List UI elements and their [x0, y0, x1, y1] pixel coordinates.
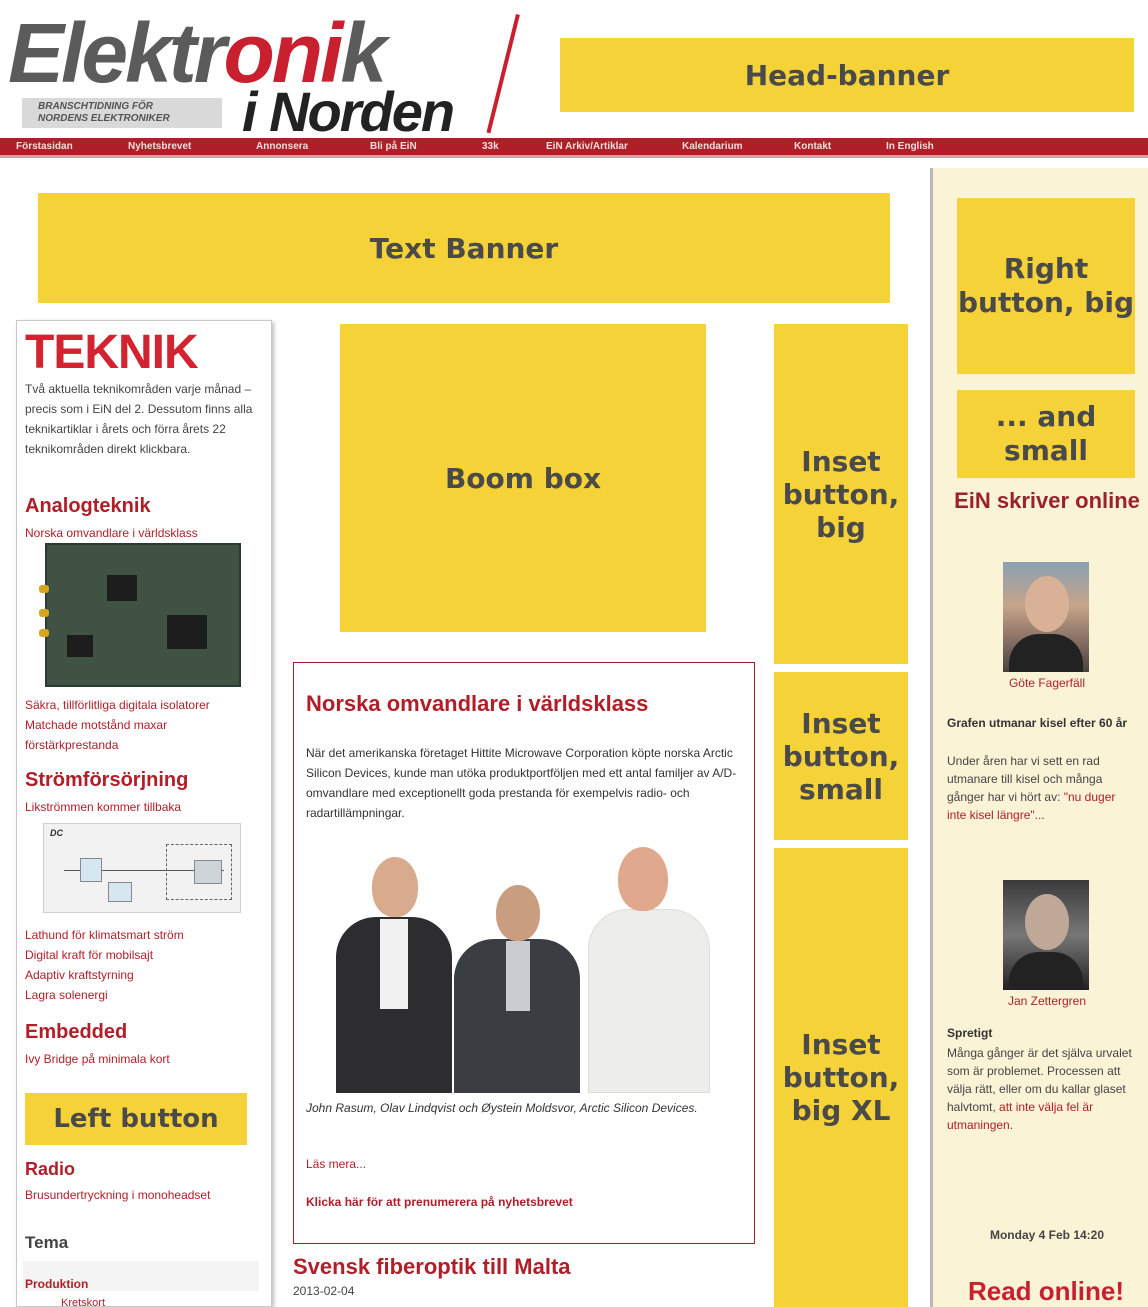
connector-shape [39, 609, 49, 617]
connector-shape [39, 585, 49, 593]
blog-post-excerpt: Många gånger är det själva urvalet som ä… [947, 1046, 1132, 1132]
person-shirt [506, 941, 530, 1011]
teknik-sidebar: TEKNIK Två aktuella teknikområden varje … [16, 320, 272, 1307]
logo-slash [486, 14, 520, 134]
article-photo[interactable] [328, 847, 714, 1093]
left-button[interactable]: Left button [25, 1093, 247, 1145]
power-diagram-image[interactable]: DC [43, 823, 241, 913]
next-article-title[interactable]: Svensk fiberoptik till Malta [293, 1254, 571, 1280]
right-sidebar: Right button, big ... and small EiN skri… [930, 168, 1148, 1307]
tema-heading: Tema [25, 1233, 69, 1252]
category-lead-link[interactable]: Likströmmen kommer tillbaka [25, 797, 263, 817]
author-photo[interactable] [1003, 562, 1089, 672]
photo-caption: John Rasum, Olav Lindqvist och Øystein M… [306, 1101, 698, 1115]
person-figure [584, 847, 714, 1093]
logo-wordmark-inorden: i Norden [242, 80, 455, 143]
category-stromforsorjning[interactable]: Strömförsörjning [25, 769, 188, 792]
right-button-big[interactable]: Right button, big [957, 198, 1135, 374]
connector-shape [39, 629, 49, 637]
person-figure [446, 885, 586, 1093]
portrait-face [1025, 576, 1069, 632]
featured-article: Norska omvandlare i världsklass När det … [293, 662, 755, 1244]
timestamp: Monday 4 Feb 14:20 [989, 1228, 1105, 1242]
top-navigation: Förstasidan Nyhetsbrevet Annonsera Bli p… [0, 138, 1148, 158]
article-link[interactable]: Säkra, tillförlitliga digitala isolatore… [25, 695, 263, 715]
read-more-link[interactable]: Läs mera... [306, 1157, 366, 1171]
person-head [496, 885, 540, 941]
teknik-intro: Två aktuella teknikområden varje månad –… [25, 382, 253, 456]
category-embedded[interactable]: Embedded [25, 1021, 127, 1044]
text-banner[interactable]: Text Banner [38, 193, 890, 303]
article-body: När det amerikanska företaget Hittite Mi… [306, 746, 737, 820]
boom-box[interactable]: Boom box [340, 324, 706, 632]
article-link[interactable]: Lathund för klimatsmart ström [25, 925, 263, 945]
inset-button-big-xl[interactable]: Inset button, big XL [774, 848, 908, 1307]
category-lead-link[interactable]: Norska omvandlare i världsklass [25, 523, 263, 543]
nav-item-forstasidan[interactable]: Förstasidan [0, 138, 112, 155]
person-shirt [380, 919, 408, 1009]
chip-shape [167, 615, 207, 649]
author-photo[interactable] [1003, 880, 1089, 990]
chip-shape [107, 575, 137, 601]
circuit-board-image[interactable] [39, 543, 241, 687]
diagram-block [80, 858, 102, 882]
logo-tagline: BRANSCHTIDNING FÖR NORDENS ELEKTRONIKER [22, 98, 222, 128]
blog-post-excerpt: Under åren har vi sett en rad utmanare t… [947, 754, 1116, 822]
category-radio[interactable]: Radio [25, 1159, 75, 1180]
teknik-title: TEKNIK [25, 326, 199, 379]
person-head [372, 857, 418, 917]
diagram-block [108, 882, 132, 902]
person-head [618, 847, 668, 911]
diagram-block [194, 860, 222, 884]
head-banner[interactable]: Head-banner [560, 38, 1134, 112]
nav-item-annonsera[interactable]: Annonsera [240, 138, 354, 155]
tema-item-produktion[interactable]: Produktion [25, 1277, 88, 1291]
article-link[interactable]: Matchade motstånd maxar [25, 715, 263, 735]
nav-item-kontakt[interactable]: Kontakt [778, 138, 870, 155]
category-lead-link[interactable]: Ivy Bridge på minimala kort [25, 1049, 263, 1069]
nav-item-kalendarium[interactable]: Kalendarium [666, 138, 778, 155]
article-link[interactable]: Adaptiv kraftstyrning [25, 965, 263, 985]
category-lead-link[interactable]: Brusundertryckning i monoheadset [25, 1185, 263, 1205]
diagram-label: DC [50, 828, 63, 838]
article-link[interactable]: förstärkprestanda [25, 735, 263, 755]
author-name[interactable]: Göte Fagerfäll [947, 676, 1147, 690]
nav-item-bli-pa-ein[interactable]: Bli på EiN [354, 138, 466, 155]
portrait-body [1009, 952, 1083, 990]
nav-item-33k[interactable]: 33k [466, 138, 530, 155]
nav-item-arkiv[interactable]: EiN Arkiv/Artiklar [530, 138, 666, 155]
category-analogteknik[interactable]: Analogteknik [25, 495, 151, 518]
read-online-link[interactable]: Read online! [941, 1276, 1148, 1307]
right-button-small[interactable]: ... and small [957, 390, 1135, 478]
blog-post-title[interactable]: Grafen utmanar kisel efter 60 år [947, 714, 1137, 732]
portrait-body [1009, 634, 1083, 672]
person-figure [328, 857, 458, 1093]
inset-button-small[interactable]: Inset button, small [774, 672, 908, 840]
nav-item-nyhetsbrevet[interactable]: Nyhetsbrevet [112, 138, 240, 155]
nav-item-in-english[interactable]: In English [870, 138, 990, 155]
next-article-date: 2013-02-04 [293, 1284, 355, 1298]
blog-post-title[interactable]: Spretigt [947, 1024, 1137, 1042]
tema-subitem[interactable]: Kretskort [61, 1297, 105, 1307]
inset-button-big[interactable]: Inset button, big [774, 324, 908, 664]
person-shirt-body [588, 909, 710, 1093]
article-link[interactable]: Digital kraft för mobilsajt [25, 945, 263, 965]
chip-shape [67, 635, 93, 657]
article-link[interactable]: Lagra solenergi [25, 985, 263, 1005]
author-name[interactable]: Jan Zettergren [947, 994, 1147, 1008]
site-logo[interactable]: Elektronik BRANSCHTIDNING FÖR NORDENS ELE… [8, 8, 528, 142]
portrait-face [1025, 894, 1069, 950]
online-section-title: EiN skriver online [954, 488, 1140, 513]
subscribe-link[interactable]: Klicka här för att prenumerera på nyhets… [306, 1195, 573, 1209]
article-title[interactable]: Norska omvandlare i världsklass [306, 691, 648, 717]
